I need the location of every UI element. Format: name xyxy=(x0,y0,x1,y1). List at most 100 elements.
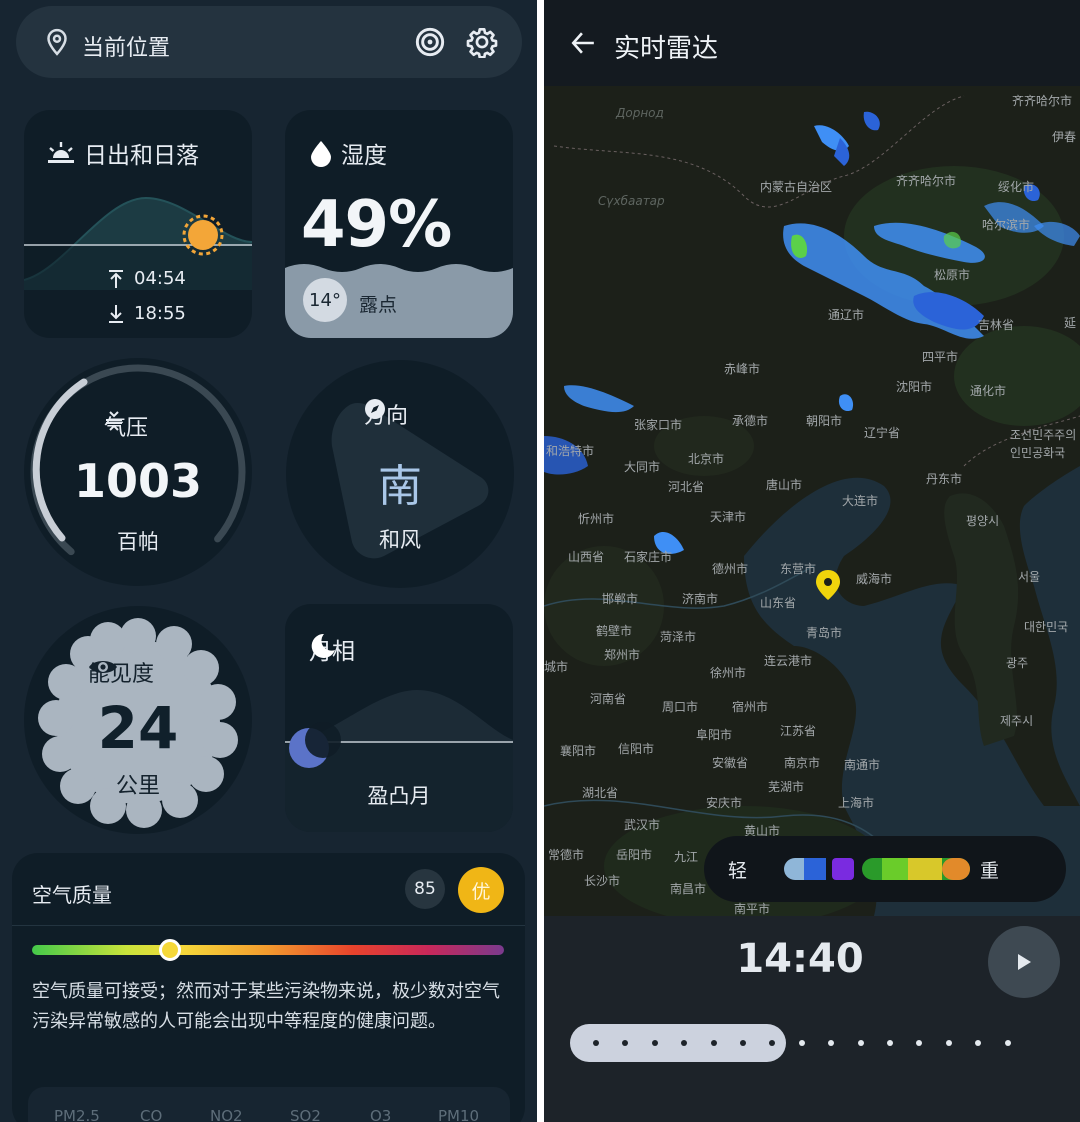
timeline-step[interactable] xyxy=(651,1040,658,1046)
pollutant-row[interactable]: PM2.5 CO NO2 SO2 O3 PM10 xyxy=(28,1087,510,1122)
visibility-card[interactable]: 能见度 24 公里 xyxy=(24,606,252,834)
aqi-scale-bar xyxy=(32,945,504,955)
map-label: 辽宁省 xyxy=(864,426,901,440)
timeline-step[interactable] xyxy=(975,1040,982,1046)
map-label: 四平市 xyxy=(922,350,959,364)
legend-color-scale xyxy=(784,858,970,880)
radar-title: 实时雷达 xyxy=(614,34,719,64)
legend-light-label: 轻 xyxy=(728,860,748,882)
map-label: 绥化市 xyxy=(998,180,1035,194)
timeline-step[interactable] xyxy=(1004,1040,1011,1046)
map-label: 평양시 xyxy=(966,514,1000,528)
sunrise-title: 日出和日落 xyxy=(84,143,199,169)
pressure-card[interactable]: 气压 1003 百帕 xyxy=(24,358,252,586)
pressure-icon xyxy=(106,411,122,431)
humidity-title: 湿度 xyxy=(341,143,387,169)
timeline-step[interactable] xyxy=(857,1040,864,1046)
pressure-value: 1003 xyxy=(73,454,203,508)
map-label: 和浩特市 xyxy=(546,444,595,458)
map-label: 芜湖市 xyxy=(768,780,805,794)
compass-icon xyxy=(365,399,385,419)
humidity-card[interactable]: 湿度 49% 14° 露点 xyxy=(285,110,513,338)
map-label: 忻州市 xyxy=(578,512,615,526)
air-quality-card[interactable]: 空气质量 85 优 空气质量可接受；然而对于某些污染物来说，极少数对空气污染异常… xyxy=(12,853,525,1122)
timeline-step[interactable] xyxy=(710,1040,717,1046)
panel-divider xyxy=(537,0,544,1122)
map-label: 江苏省 xyxy=(780,724,817,738)
map-label: 长沙市 xyxy=(584,874,621,888)
map-label: 通化市 xyxy=(970,384,1007,398)
map-label: 大连市 xyxy=(842,494,879,508)
pollutant-pm25: PM2.5 xyxy=(54,1107,100,1122)
map-label: 齐齐哈尔市 xyxy=(896,174,957,188)
location-bar[interactable]: 当前位置 xyxy=(16,6,522,78)
map-label: 东营市 xyxy=(780,562,817,576)
map-label: 安庆市 xyxy=(706,796,743,810)
pollutant-co: CO xyxy=(140,1107,163,1122)
radar-map[interactable]: Дорнод Сүхбаатар 内蒙古自治区 齐齐哈尔市 绥化市 哈尔滨市 松… xyxy=(544,86,1080,916)
timeline-progress[interactable] xyxy=(570,1024,786,1062)
map-label: 城市 xyxy=(544,660,569,674)
map-label: 齐齐哈尔市 xyxy=(1012,94,1073,108)
aqi-value: 85 xyxy=(405,869,445,909)
visibility-value: 24 xyxy=(97,694,179,762)
sunrise-arrow-icon xyxy=(109,269,123,288)
pollutant-so2: SO2 xyxy=(290,1107,321,1122)
timeline-step[interactable] xyxy=(916,1040,923,1046)
wind-direction-card[interactable]: 方向 南 和风 xyxy=(286,360,514,588)
timeline-step[interactable] xyxy=(945,1040,952,1046)
sunrise-time: 04:54 xyxy=(134,268,186,289)
map-label: 济南市 xyxy=(682,592,719,606)
map-label: 山东省 xyxy=(760,596,797,610)
map-canvas xyxy=(544,95,1080,916)
map-label: 鹤壁市 xyxy=(596,624,633,638)
map-label: 南平市 xyxy=(734,902,771,916)
map-label: 内蒙古自治区 xyxy=(760,180,833,194)
water-drop-icon xyxy=(311,141,331,167)
radar-time: 14:40 xyxy=(736,936,864,982)
timeline-step[interactable] xyxy=(740,1040,746,1046)
map-label: 连云港市 xyxy=(764,654,813,668)
map-label: 조선민주주의인민공화국 xyxy=(1010,428,1077,460)
map-label: 徐州市 xyxy=(710,666,747,680)
map-label: 上海市 xyxy=(838,796,875,810)
map-label: 阜阳市 xyxy=(696,728,733,742)
radar-header: 实时雷达 xyxy=(544,0,1080,86)
map-label: 唐山市 xyxy=(766,478,803,492)
map-label: 赤峰市 xyxy=(724,362,761,376)
pollutant-no2: NO2 xyxy=(210,1107,243,1122)
pin-icon xyxy=(47,28,67,56)
map-label: 南通市 xyxy=(844,758,881,772)
back-arrow-icon[interactable] xyxy=(570,30,596,56)
map-label: Дорнод xyxy=(616,106,664,120)
map-label: 南京市 xyxy=(784,756,821,770)
radar-panel: 实时雷达 Дорнод Сүхбаатар 内蒙古自治区 齐齐哈尔市 绥化市 哈… xyxy=(544,0,1080,1122)
crescent-moon-icon xyxy=(311,633,335,658)
timeline-step[interactable] xyxy=(798,1040,805,1046)
precipitation-legend: 轻 重 xyxy=(704,836,1066,902)
timeline-step[interactable] xyxy=(828,1040,835,1046)
radar-icon[interactable] xyxy=(414,26,446,58)
map-label: 吉林省 xyxy=(978,318,1015,332)
pressure-unit: 百帕 xyxy=(117,530,159,554)
aqi-description: 空气质量可接受；然而对于某些污染物来说，极少数对空气污染异常敏感的人可能会出现中… xyxy=(32,981,500,1032)
map-label: 宿州市 xyxy=(732,700,769,714)
map-label: 周口市 xyxy=(662,700,699,714)
map-label: 河北省 xyxy=(668,480,705,494)
sunset-arrow-icon xyxy=(109,304,123,323)
wind-direction-value: 南 xyxy=(378,461,422,512)
location-name: 当前位置 xyxy=(82,36,171,61)
map-label: 九江 xyxy=(674,850,699,864)
map-label: 南昌市 xyxy=(670,882,707,896)
play-button[interactable] xyxy=(988,926,1060,998)
map-label: 岳阳市 xyxy=(616,848,653,862)
map-label: 常德市 xyxy=(548,848,585,862)
timeline-step[interactable] xyxy=(887,1040,893,1046)
timeline-step[interactable] xyxy=(593,1040,599,1046)
map-label: 松原市 xyxy=(934,268,971,282)
gear-icon[interactable] xyxy=(466,26,498,58)
sunrise-card[interactable]: 日出和日落 04:54 18:55 xyxy=(24,110,252,338)
moon-phase-card[interactable]: 月相 盈凸月 xyxy=(285,604,513,832)
map-label: 安徽省 xyxy=(712,756,749,770)
map-label: Сүхбаатар xyxy=(598,194,665,208)
